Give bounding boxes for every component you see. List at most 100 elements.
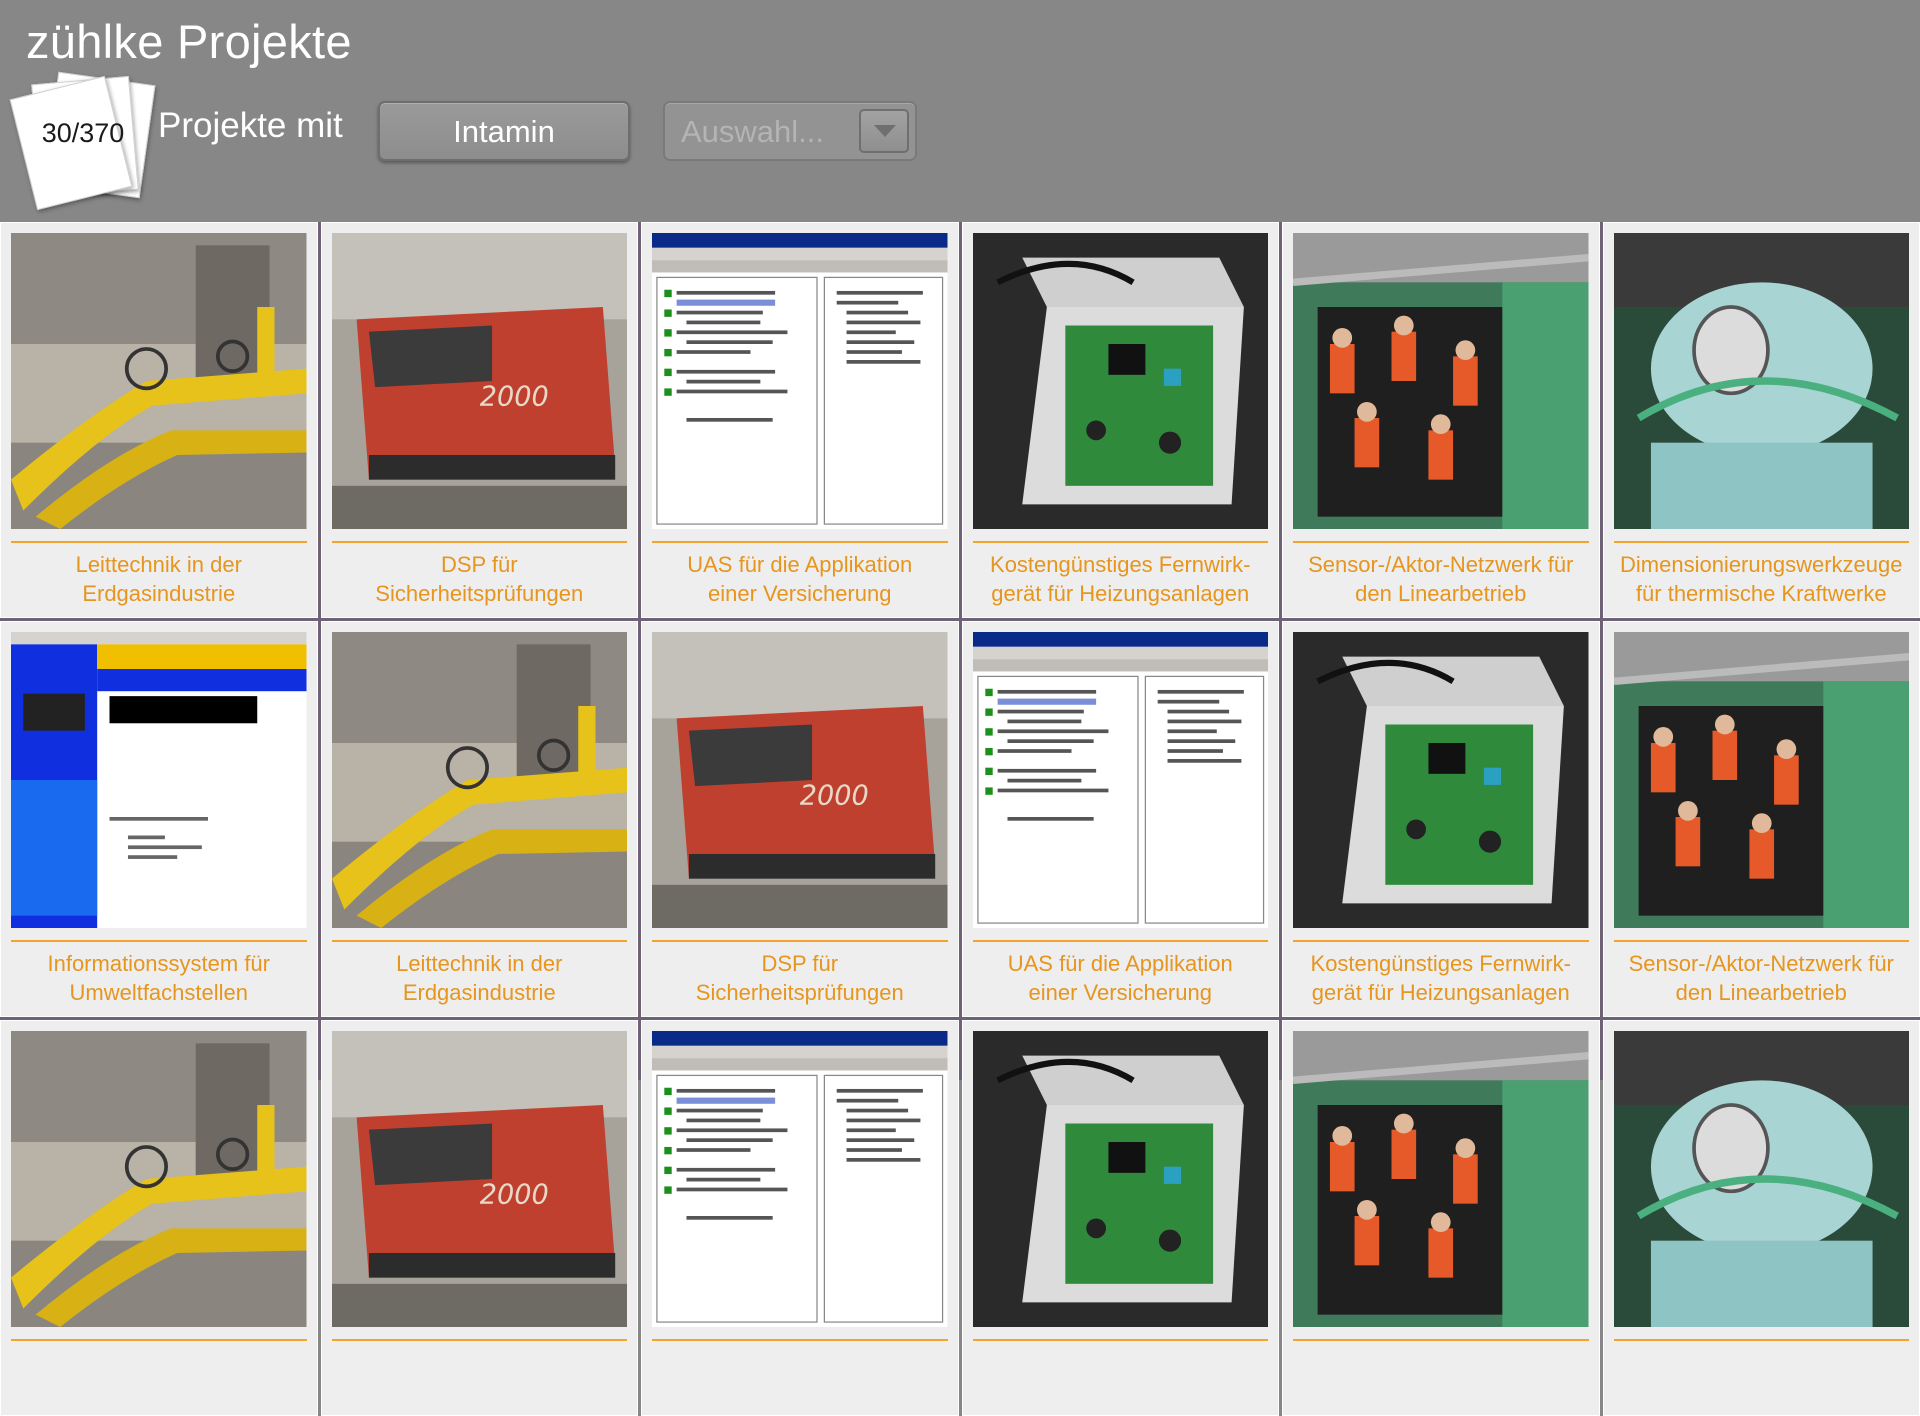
project-title: Dimensionierungswerkzeugefür thermische … — [1608, 550, 1916, 608]
project-title-line1: Leittechnik in der — [5, 550, 313, 579]
project-title: Kostengünstiges Fernwirk-gerät für Heizu… — [1287, 949, 1595, 1007]
selection-dropdown[interactable]: Auswahl... — [663, 101, 917, 161]
project-title-line1: UAS für die Applikation — [967, 949, 1275, 978]
project-title-line2: für thermische Kraftwerke — [1608, 579, 1916, 608]
project-thumbnail — [1614, 233, 1910, 529]
project-title-line2: den Linearbetrieb — [1287, 579, 1595, 608]
project-thumbnail: 2000 — [332, 1031, 628, 1327]
project-tile[interactable] — [641, 1020, 959, 1416]
project-tile[interactable]: Kostengünstiges Fernwirk-gerät für Heizu… — [962, 222, 1280, 618]
caption-divider — [652, 541, 948, 543]
project-thumbnail — [11, 233, 307, 529]
project-tile[interactable]: UAS für die Applikationeiner Versicherun… — [962, 621, 1280, 1017]
project-title: Leittechnik in derErdgasindustrie — [326, 949, 634, 1007]
project-title-line1: Sensor-/Aktor-Netzwerk für — [1287, 550, 1595, 579]
project-thumbnail — [332, 632, 628, 928]
svg-text:2000: 2000 — [479, 1180, 548, 1211]
caption-divider — [332, 940, 628, 942]
project-title-line1: Sensor-/Aktor-Netzwerk für — [1608, 949, 1916, 978]
project-thumbnail — [1293, 632, 1589, 928]
caption-divider — [11, 940, 307, 942]
project-thumbnail — [11, 1031, 307, 1327]
caption-divider — [1293, 940, 1589, 942]
project-tile[interactable]: Sensor-/Aktor-Netzwerk fürden Linearbetr… — [1282, 222, 1600, 618]
project-tile[interactable]: Sensor-/Aktor-Netzwerk fürden Linearbetr… — [1603, 621, 1920, 1017]
project-thumbnail — [11, 632, 307, 928]
project-title-line1: Leittechnik in der — [326, 949, 634, 978]
project-title-line1: DSP für — [326, 550, 634, 579]
project-tile[interactable]: Leittechnik in derErdgasindustrie — [0, 222, 318, 618]
project-tile[interactable]: Kostengünstiges Fernwirk-gerät für Heizu… — [1282, 621, 1600, 1017]
project-title-line1: DSP für — [646, 949, 954, 978]
project-tile[interactable] — [962, 1020, 1280, 1416]
caption-divider — [11, 541, 307, 543]
project-title: Sensor-/Aktor-Netzwerk fürden Linearbetr… — [1608, 949, 1916, 1007]
filter-label: Projekte mit — [158, 106, 343, 146]
project-title-line1: Dimensionierungswerkzeuge — [1608, 550, 1916, 579]
project-title-line2: Sicherheitsprüfungen — [326, 579, 634, 608]
project-tile[interactable] — [1603, 1020, 1920, 1416]
caption-divider — [973, 1339, 1269, 1341]
project-tile[interactable]: Informationssystem fürUmweltfachstellen — [0, 621, 318, 1017]
project-tile[interactable]: UAS für die Applikationeiner Versicherun… — [641, 222, 959, 618]
caption-divider — [1614, 940, 1910, 942]
caption-divider — [652, 1339, 948, 1341]
caption-divider — [11, 1339, 307, 1341]
project-tile[interactable]: 2000 — [321, 1020, 639, 1416]
chevron-down-icon[interactable] — [859, 109, 909, 153]
project-grid: Leittechnik in derErdgasindustrie 2000 D… — [0, 222, 1920, 1080]
project-title: Informationssystem fürUmweltfachstellen — [5, 949, 313, 1007]
caption-divider — [332, 1339, 628, 1341]
project-tile[interactable]: 2000 DSP fürSicherheitsprüfungen — [321, 222, 639, 618]
svg-text:2000: 2000 — [479, 382, 548, 413]
svg-text:2000: 2000 — [800, 781, 869, 812]
project-title-line2: den Linearbetrieb — [1608, 978, 1916, 1007]
project-title-line2: Umweltfachstellen — [5, 978, 313, 1007]
project-title-line2: einer Versicherung — [646, 579, 954, 608]
project-thumbnail: 2000 — [332, 233, 628, 529]
filter-value-button[interactable]: Intamin — [378, 101, 630, 161]
project-title-line2: Erdgasindustrie — [5, 579, 313, 608]
caption-divider — [1614, 1339, 1910, 1341]
project-title-line1: Kostengünstiges Fernwirk- — [967, 550, 1275, 579]
project-thumbnail — [1614, 1031, 1910, 1327]
project-thumbnail: 2000 — [652, 632, 948, 928]
project-thumbnail — [652, 1031, 948, 1327]
project-tile[interactable]: 2000 DSP fürSicherheitsprüfungen — [641, 621, 959, 1017]
project-count-cards: 30/370 — [14, 72, 154, 202]
caption-divider — [332, 541, 628, 543]
project-title-line1: Informationssystem für — [5, 949, 313, 978]
project-title-line2: einer Versicherung — [967, 978, 1275, 1007]
project-tile[interactable]: Dimensionierungswerkzeugefür thermische … — [1603, 222, 1920, 618]
caption-divider — [1293, 541, 1589, 543]
project-thumbnail — [1293, 1031, 1589, 1327]
project-title-line2: Erdgasindustrie — [326, 978, 634, 1007]
project-thumbnail — [973, 1031, 1269, 1327]
caption-divider — [973, 940, 1269, 942]
project-thumbnail — [973, 233, 1269, 529]
project-thumbnail — [652, 233, 948, 529]
project-title: DSP fürSicherheitsprüfungen — [326, 550, 634, 608]
project-title-line1: UAS für die Applikation — [646, 550, 954, 579]
project-tile[interactable] — [1282, 1020, 1600, 1416]
project-title-line1: Kostengünstiges Fernwirk- — [1287, 949, 1595, 978]
caption-divider — [1293, 1339, 1589, 1341]
project-tile[interactable] — [0, 1020, 318, 1416]
caption-divider — [973, 541, 1269, 543]
caption-divider — [652, 940, 948, 942]
project-title: UAS für die Applikationeiner Versicherun… — [967, 949, 1275, 1007]
project-title: UAS für die Applikationeiner Versicherun… — [646, 550, 954, 608]
project-title-line2: gerät für Heizungsanlagen — [967, 579, 1275, 608]
project-tile[interactable]: Leittechnik in derErdgasindustrie — [321, 621, 639, 1017]
project-thumbnail — [973, 632, 1269, 928]
project-title: DSP fürSicherheitsprüfungen — [646, 949, 954, 1007]
project-title: Sensor-/Aktor-Netzwerk fürden Linearbetr… — [1287, 550, 1595, 608]
project-title: Kostengünstiges Fernwirk-gerät für Heizu… — [967, 550, 1275, 608]
project-title: Leittechnik in derErdgasindustrie — [5, 550, 313, 608]
selection-placeholder: Auswahl... — [681, 114, 824, 150]
app-title: zühlke Projekte — [26, 14, 352, 69]
project-thumbnail — [1614, 632, 1910, 928]
caption-divider — [1614, 541, 1910, 543]
project-title-line2: gerät für Heizungsanlagen — [1287, 978, 1595, 1007]
project-thumbnail — [1293, 233, 1589, 529]
